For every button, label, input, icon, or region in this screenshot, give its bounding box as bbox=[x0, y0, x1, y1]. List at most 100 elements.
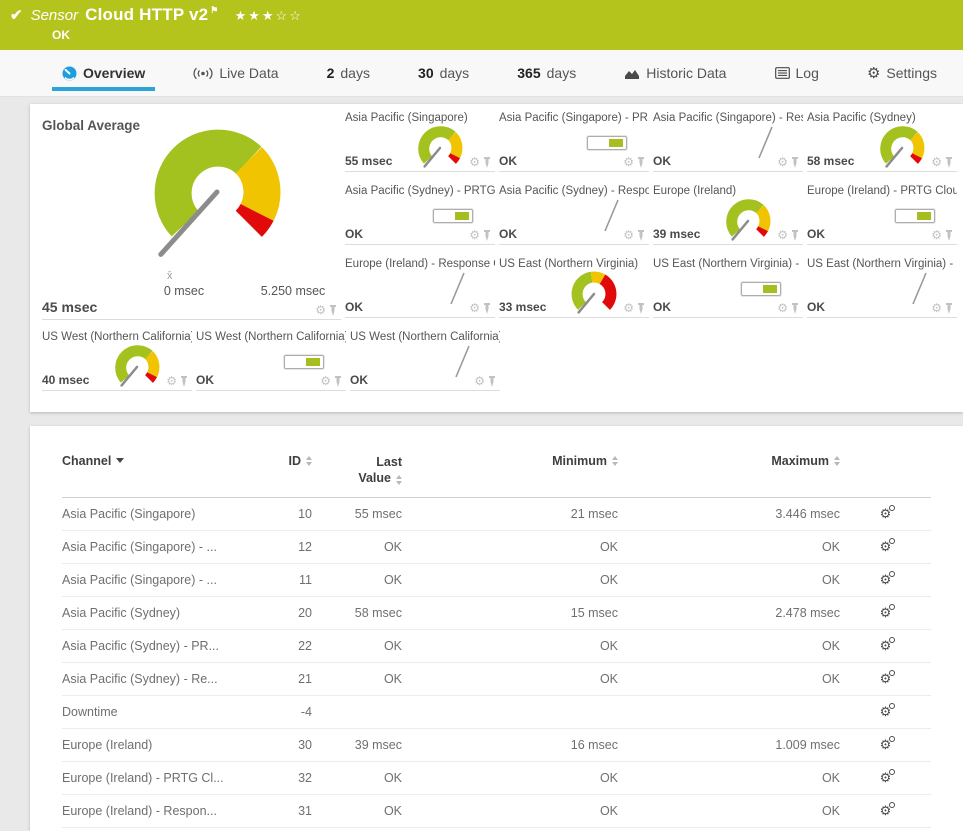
pin-icon[interactable] bbox=[791, 302, 799, 314]
channel-settings-icon[interactable]: ⚙ bbox=[880, 768, 895, 784]
live-data-icon bbox=[193, 67, 213, 80]
pin-icon[interactable] bbox=[945, 229, 953, 241]
pin-icon[interactable] bbox=[637, 156, 645, 168]
gear-icon[interactable]: ⚙ bbox=[320, 375, 331, 387]
cell-id: 10 bbox=[298, 506, 312, 521]
cell-action-icons: ⚙ bbox=[777, 156, 799, 168]
cell-channel: Asia Pacific (Singapore) bbox=[62, 506, 196, 521]
sensor-status-bar: ✔ Sensor Cloud HTTP v2 ⚑ ★★★☆☆ OK bbox=[0, 0, 963, 50]
table-row: Asia Pacific (Sydney) - Re... 21 OK OK OK ⚙ bbox=[62, 663, 931, 696]
col-header-maximum[interactable]: Maximum bbox=[618, 454, 840, 487]
pin-icon[interactable] bbox=[488, 375, 496, 387]
tab-log[interactable]: Log bbox=[769, 50, 825, 96]
gear-icon[interactable]: ⚙ bbox=[623, 229, 634, 241]
mean-marker: x̄ bbox=[167, 270, 173, 282]
cell-action-icons: ⚙ bbox=[474, 375, 496, 387]
cell-action-icons: ⚙ bbox=[469, 156, 491, 168]
cell-id: 21 bbox=[298, 671, 312, 686]
ok-check-icon: ✔ bbox=[10, 7, 23, 24]
col-header-last-value[interactable]: Last Value bbox=[312, 454, 402, 487]
tab-days[interactable]: 30 days bbox=[412, 50, 475, 96]
cell-id: 31 bbox=[298, 803, 312, 818]
channel-cell-title: Europe (Ireland) - Response C... bbox=[345, 258, 495, 270]
col-header-last-line1: Last bbox=[376, 455, 402, 469]
tab-label: Live Data bbox=[219, 65, 279, 81]
col-header-maximum-label: Maximum bbox=[771, 454, 829, 468]
tab-overview[interactable]: Overview bbox=[51, 50, 156, 96]
pin-icon[interactable] bbox=[637, 302, 645, 314]
table-row: Europe (Ireland) - PRTG Cl... 32 OK OK OK ⚙ bbox=[62, 762, 931, 795]
channel-cell-value: 58 msec bbox=[807, 154, 855, 168]
tab-label: days bbox=[439, 65, 470, 81]
col-header-id[interactable]: ID bbox=[252, 454, 312, 487]
channel-cell-value: OK bbox=[653, 154, 671, 168]
star-rating[interactable]: ★★★☆☆ bbox=[235, 8, 303, 24]
cell-action-icons: ⚙ bbox=[777, 229, 799, 241]
tab-live-data[interactable]: Live Data bbox=[187, 50, 284, 96]
channel-table-panel: Channel ID Last Value Minimum Maximum As… bbox=[30, 426, 963, 831]
gauges-panel: Global Average x̄ 0 msec 5.250 msec 45 m… bbox=[30, 104, 963, 412]
channel-cell-title: US West (Northern California)... bbox=[196, 331, 346, 343]
table-row: Asia Pacific (Singapore) - ... 11 OK OK OK ⚙ bbox=[62, 564, 931, 597]
gear-icon[interactable]: ⚙ bbox=[469, 156, 480, 168]
col-header-channel-label: Channel bbox=[62, 454, 112, 468]
channel-settings-icon[interactable]: ⚙ bbox=[880, 735, 895, 751]
pin-icon[interactable] bbox=[945, 302, 953, 314]
channel-settings-icon[interactable]: ⚙ bbox=[880, 603, 895, 619]
gear-icon[interactable]: ⚙ bbox=[623, 302, 634, 314]
cell-minimum: OK bbox=[599, 671, 618, 686]
cell-minimum: OK bbox=[599, 770, 618, 785]
gear-icon[interactable]: ⚙ bbox=[166, 375, 177, 387]
pin-icon[interactable] bbox=[180, 375, 188, 387]
gear-icon[interactable]: ⚙ bbox=[469, 229, 480, 241]
pin-icon[interactable] bbox=[329, 304, 337, 316]
cell-last-value: 55 msec bbox=[354, 506, 402, 521]
historic-data-icon bbox=[624, 67, 640, 80]
gear-icon[interactable]: ⚙ bbox=[931, 302, 942, 314]
channel-settings-icon[interactable]: ⚙ bbox=[880, 504, 895, 520]
tab-days[interactable]: 2 days bbox=[321, 50, 376, 96]
channel-settings-icon[interactable]: ⚙ bbox=[880, 570, 895, 586]
pin-icon[interactable] bbox=[483, 156, 491, 168]
channel-cell-value: 55 msec bbox=[345, 154, 393, 168]
global-average-gauge bbox=[142, 124, 292, 279]
channel-settings-icon[interactable]: ⚙ bbox=[880, 669, 895, 685]
gear-icon[interactable]: ⚙ bbox=[931, 156, 942, 168]
pin-icon[interactable] bbox=[945, 156, 953, 168]
cell-last-value: 39 msec bbox=[354, 737, 402, 752]
pin-icon[interactable] bbox=[791, 229, 799, 241]
gear-icon[interactable]: ⚙ bbox=[474, 375, 485, 387]
pin-icon[interactable] bbox=[637, 229, 645, 241]
tab-historic-data[interactable]: Historic Data bbox=[618, 50, 732, 96]
channel-cell-value: OK bbox=[807, 227, 825, 241]
cell-actions: ⚙ bbox=[840, 504, 931, 521]
channel-settings-icon[interactable]: ⚙ bbox=[880, 801, 895, 817]
gear-icon[interactable]: ⚙ bbox=[315, 304, 326, 316]
channel-settings-icon[interactable]: ⚙ bbox=[880, 636, 895, 652]
col-header-minimum[interactable]: Minimum bbox=[402, 454, 618, 487]
pin-icon[interactable] bbox=[791, 156, 799, 168]
gear-icon[interactable]: ⚙ bbox=[623, 156, 634, 168]
channel-settings-icon[interactable]: ⚙ bbox=[880, 537, 895, 553]
cell-id: 30 bbox=[298, 737, 312, 752]
table-row: Asia Pacific (Sydney) - PR... 22 OK OK OK ⚙ bbox=[62, 630, 931, 663]
tab-days[interactable]: 365 days bbox=[511, 50, 582, 96]
tab-settings[interactable]: ⚙ Settings bbox=[861, 50, 943, 96]
cell-actions: ⚙ bbox=[840, 735, 931, 752]
gear-icon[interactable]: ⚙ bbox=[777, 302, 788, 314]
pin-icon[interactable] bbox=[334, 375, 342, 387]
gear-icon[interactable]: ⚙ bbox=[931, 229, 942, 241]
cell-actions: ⚙ bbox=[840, 636, 931, 653]
cell-minimum: OK bbox=[599, 803, 618, 818]
gear-icon[interactable]: ⚙ bbox=[777, 229, 788, 241]
pin-icon[interactable] bbox=[483, 302, 491, 314]
pin-icon[interactable] bbox=[483, 229, 491, 241]
mini-gauge bbox=[565, 267, 623, 328]
gauge-scale-max: 5.250 msec bbox=[260, 284, 326, 298]
channel-settings-icon[interactable]: ⚙ bbox=[880, 702, 895, 718]
gear-icon[interactable]: ⚙ bbox=[777, 156, 788, 168]
tab-number: 30 bbox=[418, 65, 434, 81]
col-header-channel[interactable]: Channel bbox=[62, 454, 252, 487]
gear-icon[interactable]: ⚙ bbox=[469, 302, 480, 314]
cell-id: 12 bbox=[298, 539, 312, 554]
